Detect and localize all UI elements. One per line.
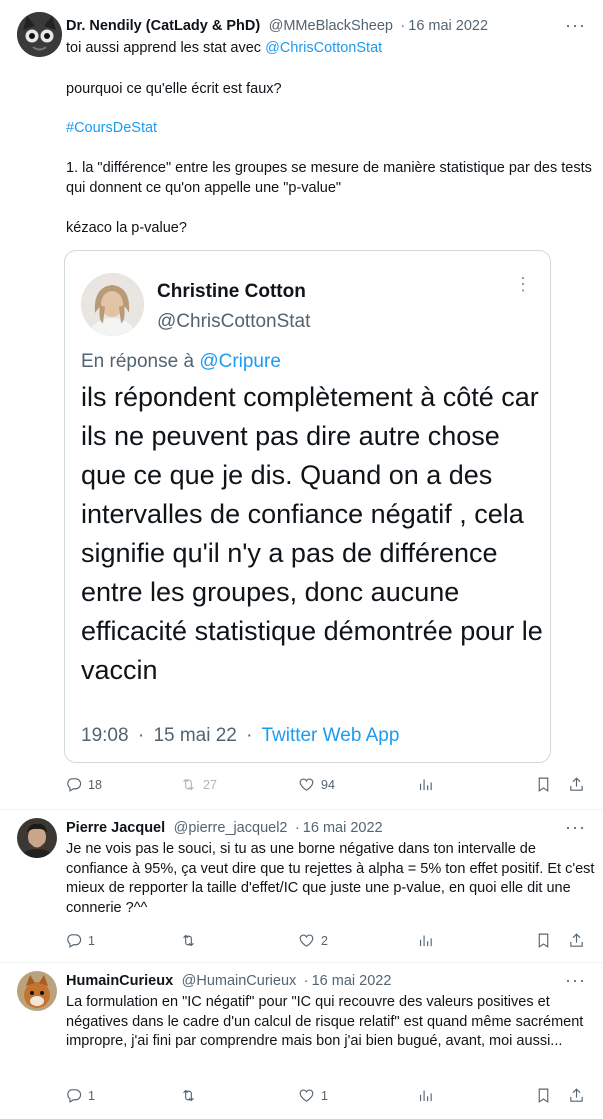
author-handle[interactable]: @HumainCurieux [182,973,297,989]
views-button[interactable] [417,1087,434,1104]
more-icon[interactable]: ··· [565,16,586,34]
share-icon [570,933,583,947]
like-button[interactable]: 94 [298,776,335,793]
avatar[interactable] [17,818,57,858]
reply-button[interactable]: 18 [65,776,102,793]
like-button[interactable]: 1 [298,1087,328,1104]
author-handle[interactable]: @pierre_jacquel2 [174,820,288,836]
more-icon[interactable]: ··· [565,971,586,989]
views-icon [419,779,432,791]
bookmark-button[interactable] [535,776,552,793]
views-icon [419,1090,432,1102]
share-button[interactable] [568,932,585,949]
hashtag-link[interactable]: #CoursDeStat [66,119,157,139]
reply-tweet[interactable]: Pierre Jacquel @pierre_jacquel2 · 16 mai … [0,810,603,962]
reply-icon [67,1089,82,1103]
share-button[interactable] [568,1087,585,1104]
bookmark-icon [538,933,549,948]
like-icon [299,778,314,791]
reply-count: 18 [88,777,102,792]
reply-count: 1 [88,933,95,948]
reply-button[interactable]: 1 [65,1087,95,1104]
tweet-text: La formulation en "IC négatif" pour "IC … [66,994,584,1049]
quoted-reply-mention: @Cripure [199,351,281,372]
bookmark-icon [538,777,549,792]
tweet-paragraph: kézaco la p-value? [66,220,187,236]
share-icon [570,777,583,791]
separator: · [400,18,406,34]
tweet-paragraph: 1. la "différence" entre les groupes se … [66,160,592,196]
author-name[interactable]: Dr. Nendily (CatLady & PhD) [66,18,260,34]
like-icon [299,934,314,947]
reply-icon [67,934,82,948]
retweet-button[interactable] [180,1087,197,1104]
like-count: 2 [321,933,328,948]
avatar[interactable] [17,12,62,57]
tweet-paragraph: pourquoi ce qu'elle écrit est faux? [66,81,282,97]
views-button[interactable] [417,776,434,793]
reply-count: 1 [88,1088,95,1103]
tweet-actions: 1 2 [0,932,603,956]
quoted-author-handle: @ChrisCottonStat [157,311,311,332]
separator: · [303,973,309,989]
views-button[interactable] [417,932,434,949]
quoted-client: Twitter Web App [261,725,400,746]
share-icon [570,1088,583,1102]
views-icon [419,935,432,947]
tweet-text-line: toi aussi apprend les stat avec [66,40,266,56]
bookmark-button[interactable] [535,932,552,949]
share-button[interactable] [568,776,585,793]
retweet-icon [183,1089,194,1102]
reply-button[interactable]: 1 [65,932,95,949]
separator: · [137,725,145,746]
tweet-actions: 1 1 [0,1087,603,1111]
more-icon: ⋮ [514,274,532,294]
avatar [81,273,144,336]
author-handle[interactable]: @MMeBlackSheep [269,18,393,34]
reply-icon [67,778,82,792]
like-count: 94 [321,777,335,792]
like-icon [299,1089,314,1102]
tweet-date[interactable]: 16 mai 2022 [408,18,488,34]
like-count: 1 [321,1088,328,1103]
author-name[interactable]: HumainCurieux [66,973,173,989]
like-button[interactable]: 2 [298,932,328,949]
bookmark-icon [538,1088,549,1103]
retweet-icon [183,934,194,947]
retweet-button[interactable] [180,932,197,949]
tweet-actions: 18 27 94 [0,776,603,800]
tweet-main[interactable]: Dr. Nendily (CatLady & PhD) @MMeBlackShe… [0,0,603,812]
retweet-button[interactable]: 27 [180,776,217,793]
tweet-text: Je ne vois pas le souci, si tu as une bo… [66,841,595,916]
reply-tweet[interactable]: HumainCurieux @HumainCurieux · 16 mai 202… [0,963,603,1119]
tweet-date[interactable]: 16 mai 2022 [303,820,383,836]
retweet-icon [183,778,194,791]
tweet-date[interactable]: 16 mai 2022 [312,973,392,989]
quoted-tweet-image[interactable]: Christine Cotton @ChrisCottonStat ⋮ En r… [64,250,551,763]
separator: · [294,820,300,836]
quoted-reply-label: En réponse à [81,351,200,372]
more-icon[interactable]: ··· [565,818,586,836]
quoted-tweet-text: ils répondent complètement à côté car il… [81,382,543,685]
quoted-date: 15 mai 22 [153,725,237,746]
quoted-time: 19:08 [81,725,129,746]
separator: · [246,725,253,746]
author-name[interactable]: Pierre Jacquel [66,820,165,836]
quoted-author-name: Christine Cotton [157,281,306,302]
bookmark-button[interactable] [535,1087,552,1104]
retweet-count: 27 [203,777,217,792]
mention-link[interactable]: @ChrisCottonStat [265,40,382,56]
avatar[interactable] [17,971,57,1011]
